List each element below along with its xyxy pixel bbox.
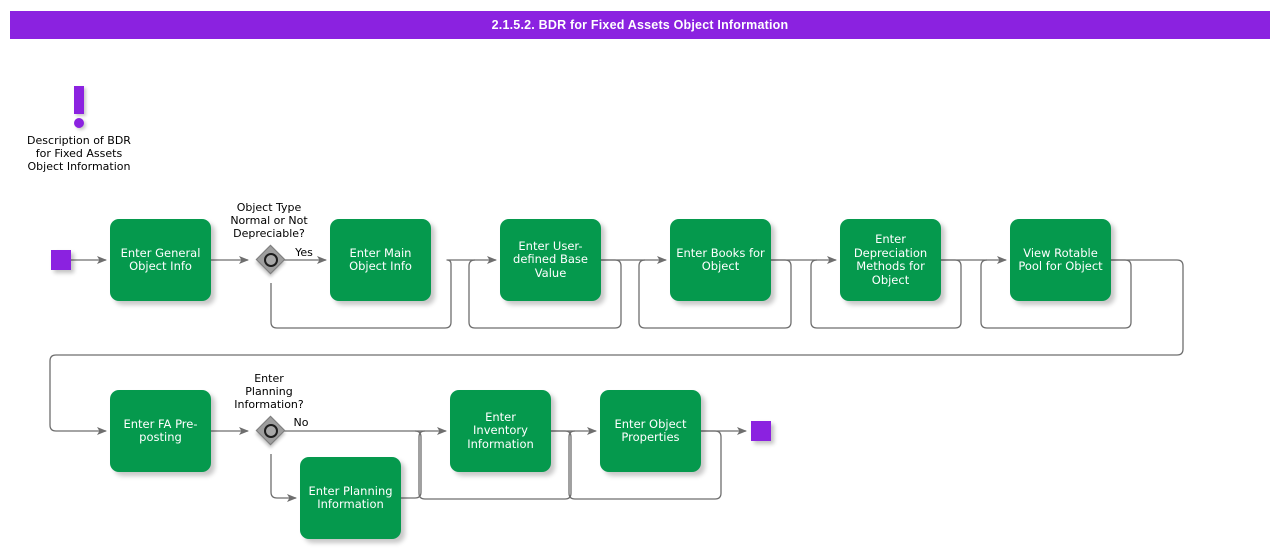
gateway-planning-question: Enter Planning Information? [234, 372, 304, 411]
start-event[interactable] [51, 250, 71, 270]
task-enter-general-object-info[interactable]: Enter General Object Info [110, 219, 211, 301]
exclamation-mark-icon [20, 86, 138, 130]
end-event[interactable] [751, 421, 771, 441]
gateway-object-type[interactable] [255, 244, 286, 275]
task-enter-object-properties[interactable]: Enter Object Properties [600, 390, 701, 472]
task-label: Enter General Object Info [120, 245, 201, 273]
gateway-ring-icon [264, 424, 278, 438]
exclamation-dot [74, 118, 84, 128]
task-label: Enter Object Properties [614, 416, 687, 444]
gateway-object-type-question: Object Type Normal or Not Depreciable? [230, 201, 308, 240]
task-enter-fa-pre-posting[interactable]: Enter FA Pre- posting [110, 390, 211, 472]
loop-t8-to-flow [401, 430, 422, 499]
task-label: Enter Main Object Info [349, 245, 412, 273]
task-enter-books-for-object[interactable]: Enter Books for Object [670, 219, 771, 301]
task-label: Enter FA Pre- posting [123, 416, 198, 444]
exclamation-stem [74, 86, 84, 114]
gateway-ring-icon [264, 253, 278, 267]
task-label: Enter User- defined Base Value [513, 238, 588, 280]
gateway-object-type-branch-label: Yes [295, 246, 313, 259]
task-enter-user-defined-base-value[interactable]: Enter User- defined Base Value [500, 219, 601, 301]
description-note: Description of BDR for Fixed Assets Obje… [20, 86, 138, 173]
task-label: View Rotable Pool for Object [1018, 245, 1103, 273]
description-note-text: Description of BDR for Fixed Assets Obje… [27, 134, 131, 173]
task-label: Enter Depreciation Methods for Object [853, 232, 928, 287]
task-label: Enter Inventory Information [467, 409, 534, 451]
task-label: Enter Books for Object [676, 245, 765, 273]
task-enter-main-object-info[interactable]: Enter Main Object Info [330, 219, 431, 301]
task-label: Enter Planning Information [308, 483, 393, 511]
task-enter-depreciation-methods-for-object[interactable]: Enter Depreciation Methods for Object [840, 219, 941, 301]
flow-g2-down-to-t8 [270, 454, 297, 502]
task-enter-inventory-information[interactable]: Enter Inventory Information [450, 390, 551, 472]
gateway-planning-branch-label: No [293, 416, 309, 429]
task-view-rotable-pool-for-object[interactable]: View Rotable Pool for Object [1010, 219, 1111, 301]
task-enter-planning-information[interactable]: Enter Planning Information [300, 457, 401, 539]
gateway-enter-planning-information[interactable] [255, 415, 286, 446]
